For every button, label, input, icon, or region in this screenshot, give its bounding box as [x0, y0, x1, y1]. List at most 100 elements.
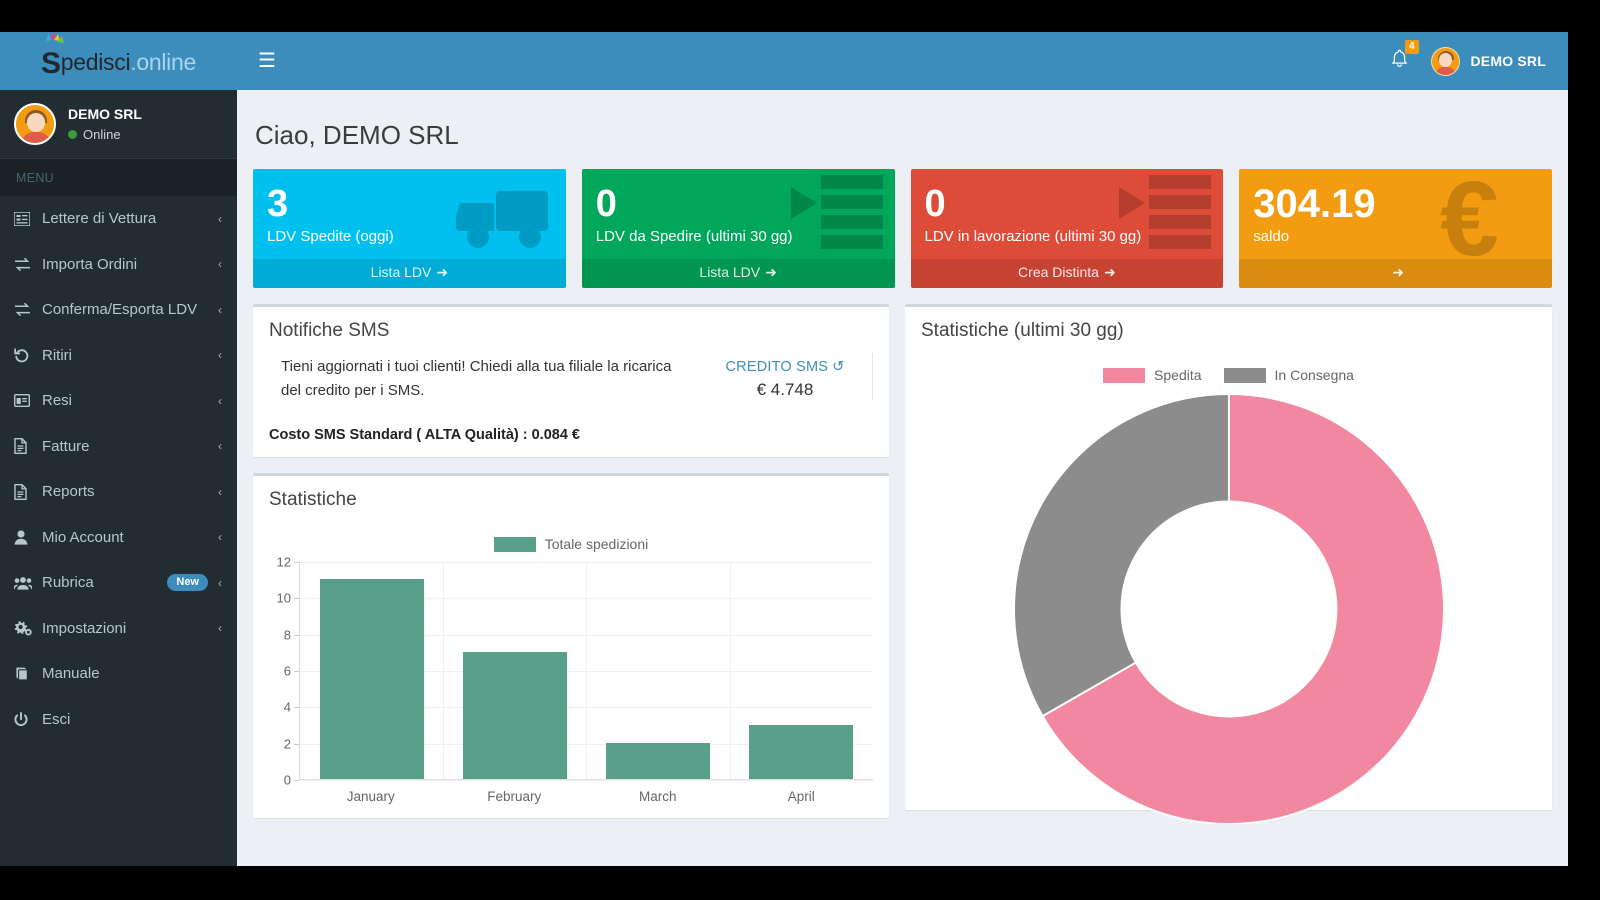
list-alt-icon: [14, 212, 38, 226]
sidebar-item-resi[interactable]: Resi‹: [0, 378, 237, 424]
chevron-left-icon: ‹: [218, 576, 222, 590]
stat-box-1[interactable]: 3LDV Spedite (oggi)Lista LDV➜: [253, 169, 566, 288]
stat-box-footer-link[interactable]: Lista LDV➜: [582, 259, 895, 288]
exchange-icon: [14, 258, 38, 271]
screen-frame-top: [0, 0, 1600, 32]
sidebar-item-esci[interactable]: Esci: [0, 697, 237, 743]
sidebar-item-label: Fatture: [42, 438, 218, 455]
donut-svg: [1014, 394, 1444, 824]
stat-box-2[interactable]: 0LDV da Spedire (ultimi 30 gg) Lista LDV➜: [582, 169, 895, 288]
legend-swatch: [1224, 368, 1266, 383]
y-axis-tick-label: 0: [284, 773, 291, 788]
stat-box-label: LDV da Spedire (ultimi 30 gg): [596, 226, 881, 254]
exchange-icon: [14, 303, 38, 316]
stat-box-footer-link[interactable]: Lista LDV➜: [253, 259, 566, 288]
y-axis-tick-label: 2: [284, 736, 291, 751]
stat-box-footer-label: Crea Distinta: [1018, 264, 1099, 280]
stat-box-4[interactable]: €304.19saldo➜: [1239, 169, 1552, 288]
y-axis-tick-label: 4: [284, 700, 291, 715]
stat-box-3[interactable]: 0LDV in lavorazione (ultimi 30 gg)Crea D…: [911, 169, 1224, 288]
logo-suffix: .online: [130, 49, 196, 75]
notifications-button[interactable]: 4: [1380, 49, 1431, 74]
sidebar-item-manuale[interactable]: Manuale: [0, 651, 237, 697]
bar-chart-x-axis: JanuaryFebruaryMarchApril: [299, 789, 873, 804]
legend-item: In Consegna: [1224, 367, 1354, 383]
gears-icon: [14, 620, 38, 636]
bar[interactable]: [606, 743, 710, 779]
screen-frame-bottom: [0, 866, 1600, 900]
legend-swatch: [1103, 368, 1145, 383]
topbar: ☰ 4 DEMO SRL: [237, 32, 1568, 90]
menu-toggle-button[interactable]: ☰: [258, 51, 276, 71]
sidebar-item-lettere-di-vettura[interactable]: Lettere di Vettura‹: [0, 196, 237, 242]
chevron-left-icon: ‹: [218, 257, 222, 271]
notification-count-badge: 4: [1405, 40, 1419, 54]
bar-series: [300, 562, 873, 779]
sidebar-item-mio-account[interactable]: Mio Account‹: [0, 515, 237, 561]
chevron-left-icon: ‹: [218, 212, 222, 226]
sidebar: Spedisci.online DEMO SRL Online MENU Let…: [0, 32, 237, 866]
online-dot-icon: [68, 130, 77, 139]
stat-box-footer-label: Lista LDV: [371, 264, 432, 280]
stat-box-footer-link[interactable]: ➜: [1239, 259, 1552, 288]
file-text-icon: [14, 484, 38, 500]
chevron-left-icon: ‹: [218, 348, 222, 362]
refresh-icon[interactable]: ↺: [832, 359, 844, 375]
sms-cost-line: Costo SMS Standard ( ALTA Qualità) : 0.0…: [269, 427, 873, 443]
bar-slot: [730, 562, 873, 779]
stat-box-footer-link[interactable]: Crea Distinta ➜: [911, 259, 1224, 288]
sidebar-item-label: Mio Account: [42, 529, 218, 546]
sidebar-item-label: Impostazioni: [42, 620, 218, 637]
stat-box-label: saldo: [1253, 226, 1538, 254]
sidebar-user-name: DEMO SRL: [68, 106, 142, 123]
stat-box-number: 304.19: [1253, 182, 1538, 226]
sidebar-item-ritiri[interactable]: Ritiri‹: [0, 333, 237, 379]
sidebar-user-panel[interactable]: DEMO SRL Online: [0, 90, 237, 159]
window-icon: [14, 394, 38, 407]
undo-icon: [14, 348, 38, 363]
bar[interactable]: [749, 725, 853, 780]
sidebar-item-label: Importa Ordini: [42, 256, 218, 273]
sms-credit-link[interactable]: CREDITO SMS↺: [698, 359, 872, 375]
sidebar-item-label: Lettere di Vettura: [42, 210, 218, 227]
sidebar-item-importa-ordini[interactable]: Importa Ordini‹: [0, 242, 237, 288]
power-icon: [14, 712, 38, 727]
screen-frame-right: [1568, 0, 1600, 900]
sidebar-item-fatture[interactable]: Fatture‹: [0, 424, 237, 470]
stat-box-footer-label: Lista LDV: [699, 264, 760, 280]
file-text-icon: [14, 438, 38, 454]
sidebar-item-reports[interactable]: Reports‹: [0, 469, 237, 515]
sms-credit-label: CREDITO SMS: [726, 359, 829, 375]
y-axis-tick: [294, 780, 299, 781]
chevron-left-icon: ‹: [218, 439, 222, 453]
y-axis-tick-label: 6: [284, 664, 291, 679]
x-axis-line: [299, 779, 873, 780]
sms-description: Tieni aggiornati i tuoi clienti! Chiedi …: [269, 353, 698, 403]
chevron-left-icon: ‹: [218, 485, 222, 499]
arrow-circle-right-icon: ➜: [1104, 264, 1116, 280]
donut-chart-panel: Statistiche (ultimi 30 gg) SpeditaIn Con…: [905, 304, 1552, 810]
x-axis-tick-label: March: [586, 789, 730, 804]
bar[interactable]: [463, 652, 567, 779]
stat-box-label: LDV Spedite (oggi): [267, 226, 552, 254]
logo-letter-s: S: [41, 47, 61, 80]
sidebar-item-rubrica[interactable]: RubricaNew‹: [0, 560, 237, 606]
donut-slice[interactable]: [1014, 394, 1229, 716]
sidebar-item-conferma-esporta-ldv[interactable]: Conferma/Esporta LDV‹: [0, 287, 237, 333]
sidebar-user-status: Online: [68, 127, 142, 142]
stat-boxes-row: 3LDV Spedite (oggi)Lista LDV➜0LDV da Spe…: [253, 169, 1552, 288]
bar[interactable]: [320, 579, 424, 779]
donut-chart-legend: Spedita In Consegna: [921, 367, 1536, 383]
sidebar-item-label: Esci: [42, 711, 222, 728]
bar-slot: [300, 562, 443, 779]
sidebar-item-impostazioni[interactable]: Impostazioni‹: [0, 606, 237, 652]
sidebar-item-label: Resi: [42, 392, 218, 409]
brand-logo[interactable]: Spedisci.online: [0, 32, 237, 90]
legend-item: Spedita: [1103, 367, 1201, 383]
topbar-user-menu[interactable]: DEMO SRL: [1431, 47, 1547, 76]
x-axis-tick-label: April: [730, 789, 874, 804]
bar-slot: [587, 562, 730, 779]
arrow-circle-right-icon: ➜: [1392, 264, 1404, 280]
y-axis-tick-label: 12: [277, 555, 291, 570]
stat-box-number: 0: [596, 182, 881, 226]
